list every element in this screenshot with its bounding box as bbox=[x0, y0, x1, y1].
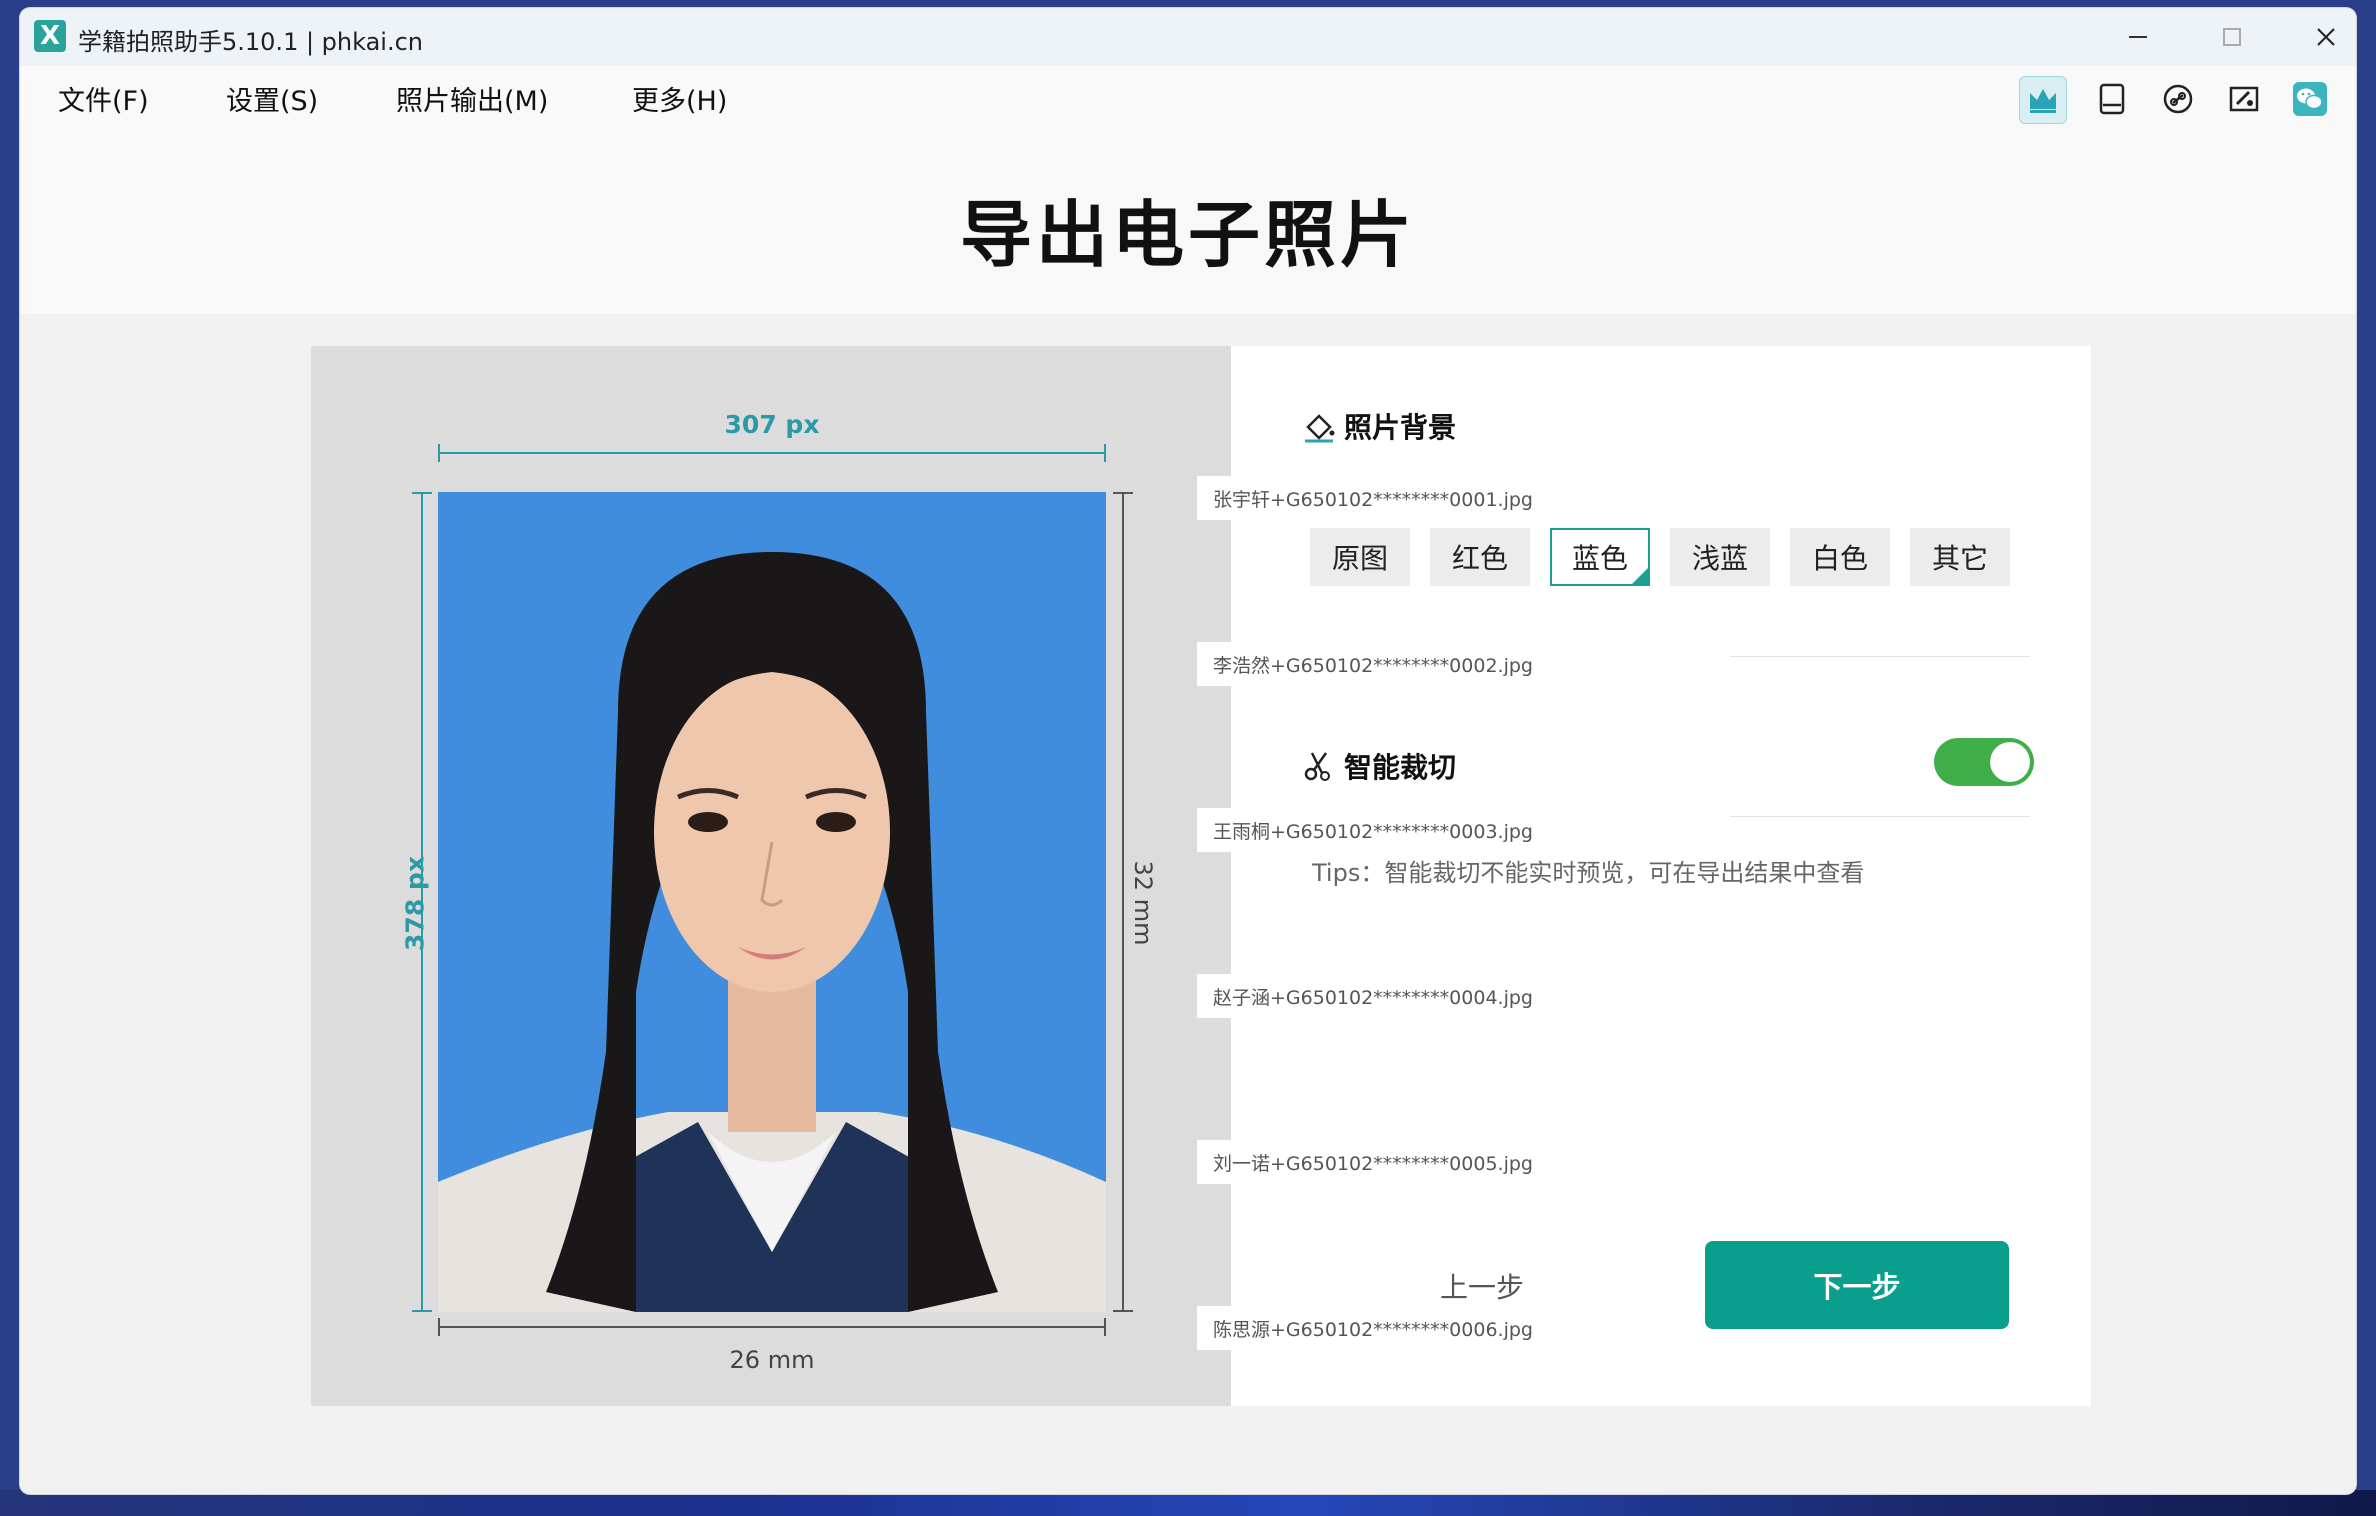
width-mm-label: 26 mm bbox=[729, 1346, 815, 1374]
bg-option-label: 原图 bbox=[1331, 542, 1388, 575]
bg-option-light-blue[interactable]: 浅蓝 bbox=[1670, 528, 1770, 586]
width-px-dimension-line bbox=[438, 452, 1106, 454]
menu-photo-output[interactable]: 照片输出(M) bbox=[396, 79, 548, 118]
maximize-button[interactable] bbox=[2192, 8, 2272, 66]
background-section-title: 照片背景 bbox=[1302, 406, 1456, 446]
window-title: 学籍拍照助手5.10.1 | phkai.cn bbox=[78, 28, 424, 56]
minimize-icon bbox=[2129, 36, 2147, 38]
prev-step-button[interactable]: 上一步 bbox=[1412, 1266, 1552, 1306]
dimension-tick bbox=[438, 1318, 440, 1336]
file-list-item[interactable]: 王雨桐+G650102********0003.jpg bbox=[1197, 808, 1537, 852]
menu-more[interactable]: 更多(H) bbox=[632, 79, 727, 118]
app-window: X 学籍拍照助手5.10.1 | phkai.cn 文件(F) 设置(S) 照片… bbox=[20, 8, 2356, 1494]
file-list-item[interactable]: 张宇轩+G650102********0001.jpg bbox=[1197, 476, 1537, 520]
file-list-item[interactable]: 赵子涵+G650102********0004.jpg bbox=[1197, 974, 1537, 1018]
selected-corner-mark bbox=[1630, 566, 1650, 586]
crown-icon bbox=[2030, 89, 2056, 113]
width-px-label: 307 px bbox=[724, 410, 820, 439]
crop-section-label: 智能裁切 bbox=[1344, 751, 1457, 784]
dimension-tick bbox=[438, 444, 440, 462]
next-step-button[interactable]: 下一步 bbox=[1705, 1241, 2009, 1329]
section-divider bbox=[1730, 816, 2030, 817]
height-px-label: 378 px bbox=[400, 856, 430, 951]
dimension-tick bbox=[412, 492, 432, 494]
close-button[interactable] bbox=[2286, 8, 2356, 66]
dimension-tick bbox=[412, 1310, 432, 1312]
bg-option-white[interactable]: 白色 bbox=[1790, 528, 1890, 586]
edit-image-icon bbox=[2229, 86, 2259, 112]
edit-image-button[interactable] bbox=[2221, 76, 2267, 122]
photo-preview-panel: 307 px 378 px 32 mm 26 mm bbox=[311, 346, 1231, 1406]
link-icon bbox=[2163, 84, 2193, 114]
bg-option-label: 其它 bbox=[1931, 542, 1988, 575]
crop-tips-text: Tips：智能裁切不能实时预览，可在导出结果中查看 bbox=[1312, 859, 1865, 887]
student-photo-image bbox=[438, 492, 1106, 1312]
menu-settings[interactable]: 设置(S) bbox=[226, 79, 318, 118]
page-header: 导出电子照片 bbox=[20, 124, 2356, 314]
file-list-item[interactable]: 李浩然+G650102********0002.jpg bbox=[1197, 642, 1537, 686]
minimize-button[interactable] bbox=[2098, 8, 2178, 66]
tablet-icon bbox=[2099, 83, 2125, 115]
menu-bar: 文件(F) 设置(S) 照片输出(M) 更多(H) bbox=[20, 66, 2356, 124]
scissors-icon bbox=[1304, 752, 1330, 781]
section-divider bbox=[1730, 656, 2030, 657]
tablet-button[interactable] bbox=[2089, 76, 2135, 122]
wechat-button[interactable] bbox=[2287, 76, 2333, 122]
menu-file[interactable]: 文件(F) bbox=[58, 79, 149, 118]
dimension-tick bbox=[1104, 1318, 1106, 1336]
bg-option-label: 白色 bbox=[1811, 542, 1868, 575]
height-mm-label: 32 mm bbox=[1129, 860, 1157, 946]
title-bar: X 学籍拍照助手5.10.1 | phkai.cn bbox=[20, 8, 2356, 66]
bg-option-red[interactable]: 红色 bbox=[1430, 528, 1530, 586]
bg-option-original[interactable]: 原图 bbox=[1310, 528, 1410, 586]
id-photo-preview bbox=[438, 492, 1106, 1312]
width-mm-dimension-line bbox=[438, 1326, 1106, 1328]
dimension-tick bbox=[1113, 1310, 1133, 1312]
page-title: 导出电子照片 bbox=[959, 193, 1416, 277]
bg-option-blue[interactable]: 蓝色 bbox=[1550, 528, 1650, 586]
bg-option-other[interactable]: 其它 bbox=[1910, 528, 2010, 586]
smart-crop-toggle[interactable] bbox=[1934, 738, 2034, 786]
paint-bucket-icon bbox=[1305, 414, 1335, 443]
vip-button[interactable] bbox=[2019, 76, 2067, 124]
crop-section-title: 智能裁切 bbox=[1302, 746, 1456, 786]
dimension-tick bbox=[1104, 444, 1106, 462]
dimension-tick bbox=[1113, 492, 1133, 494]
bg-option-label: 浅蓝 bbox=[1691, 542, 1748, 575]
link-button[interactable] bbox=[2155, 76, 2201, 122]
maximize-icon bbox=[2223, 28, 2241, 46]
close-icon bbox=[2317, 28, 2335, 46]
bg-option-label: 红色 bbox=[1451, 542, 1508, 575]
app-logo-icon: X bbox=[34, 20, 66, 52]
file-list-item[interactable]: 刘一诺+G650102********0005.jpg bbox=[1197, 1140, 1537, 1184]
file-list-item[interactable]: 陈思源+G650102********0006.jpg bbox=[1197, 1306, 1537, 1350]
toggle-knob bbox=[1990, 742, 2030, 782]
bg-option-label: 蓝色 bbox=[1571, 542, 1628, 575]
background-section-label: 照片背景 bbox=[1344, 411, 1457, 444]
height-mm-dimension-line bbox=[1122, 492, 1124, 1312]
wechat-icon bbox=[2293, 82, 2327, 116]
